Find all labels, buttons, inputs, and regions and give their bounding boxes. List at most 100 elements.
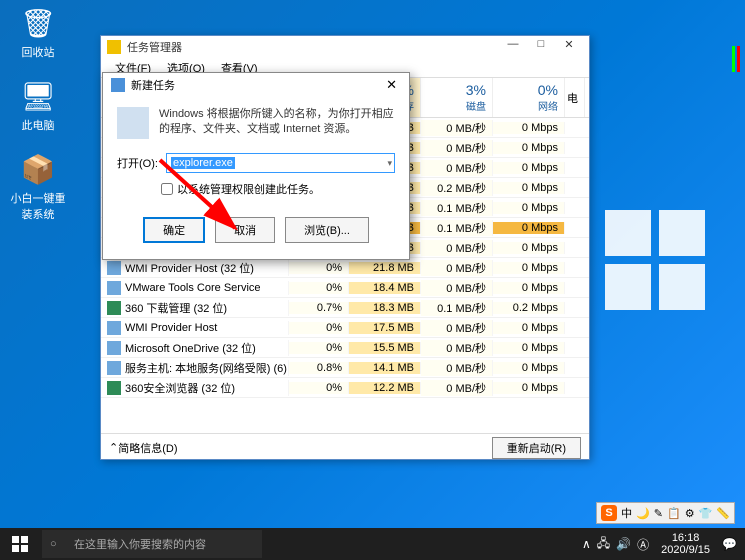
net-cell: 0 Mbps — [493, 122, 565, 134]
open-combobox[interactable]: explorer.exe ▾ — [166, 153, 395, 173]
cpu-cell: 0% — [289, 382, 349, 394]
app-icon: 📦 — [20, 151, 56, 187]
system-tray: ∧ 🖧 🔊 Ⓐ 16:18 2020/9/15 💬 — [582, 532, 745, 556]
mem-cell: 18.4 MB — [349, 282, 421, 294]
fewer-details-link[interactable]: 简略信息(D) — [118, 440, 177, 456]
net-cell: 0 Mbps — [493, 322, 565, 334]
cancel-button[interactable]: 取消 — [215, 217, 275, 243]
mem-cell: 15.5 MB — [349, 342, 421, 354]
mem-cell: 21.8 MB — [349, 262, 421, 274]
disk-cell: 0.1 MB/秒 — [421, 220, 493, 236]
cpu-cell: 0% — [289, 322, 349, 334]
col-disk[interactable]: 3% 磁盘 — [421, 78, 493, 117]
process-row[interactable]: VMware Tools Core Service0%18.4 MB0 MB/秒… — [101, 278, 589, 298]
taskmgr-icon — [107, 40, 121, 54]
open-label: 打开(O): — [117, 155, 158, 171]
run-icon — [111, 78, 125, 92]
footer: ⌃ 简略信息(D) 重新启动(R) — [101, 433, 589, 461]
chevron-down-icon[interactable]: ▾ — [387, 158, 392, 169]
process-row[interactable]: 360安全浏览器 (32 位)0%12.2 MB0 MB/秒0 Mbps — [101, 378, 589, 398]
process-icon — [107, 281, 121, 295]
disk-cell: 0 MB/秒 — [421, 380, 493, 396]
process-row[interactable]: 360 下载管理 (32 位)0.7%18.3 MB0.1 MB/秒0.2 Mb… — [101, 298, 589, 318]
cpu-cell: 0.8% — [289, 362, 349, 374]
net-cell: 0 Mbps — [493, 182, 565, 194]
process-name: 服务主机: 本地服务(网络受限) (6) — [101, 360, 289, 376]
search-box[interactable]: ○ 在这里输入你要搜索的内容 — [42, 530, 262, 558]
ime-mode[interactable]: 中 — [621, 505, 632, 521]
new-task-dialog: 新建任务 ✕ Windows 将根据你所键入的名称，为你打开相应的程序、文件夹、… — [102, 72, 410, 260]
maximize-button[interactable]: □ — [527, 38, 555, 56]
disk-cell: 0 MB/秒 — [421, 140, 493, 156]
combobox-value: explorer.exe — [171, 157, 235, 169]
process-name: WMI Provider Host — [101, 321, 289, 335]
run-dialog-icon — [117, 107, 149, 139]
net-cell: 0.2 Mbps — [493, 302, 565, 314]
desktop-icon-recycle-bin[interactable]: 🗑 回收站 — [8, 5, 68, 60]
mem-cell: 12.2 MB — [349, 382, 421, 394]
search-placeholder: 在这里输入你要搜索的内容 — [74, 536, 206, 552]
net-cell: 0 Mbps — [493, 142, 565, 154]
net-cell: 0 Mbps — [493, 382, 565, 394]
process-row[interactable]: Microsoft OneDrive (32 位)0%15.5 MB0 MB/秒… — [101, 338, 589, 358]
restart-button[interactable]: 重新启动(R) — [492, 437, 581, 459]
disk-cell: 0 MB/秒 — [421, 120, 493, 136]
disk-cell: 0 MB/秒 — [421, 360, 493, 376]
close-button[interactable]: ✕ — [555, 38, 583, 56]
start-button[interactable] — [0, 528, 40, 560]
net-cell: 0 Mbps — [493, 162, 565, 174]
cpu-cell: 0% — [289, 342, 349, 354]
ime-pen-icon[interactable]: ✎ — [654, 507, 663, 520]
cpu-cell: 0% — [289, 262, 349, 274]
net-cell: 0 Mbps — [493, 202, 565, 214]
minimize-button[interactable]: — — [499, 38, 527, 56]
disk-cell: 0 MB/秒 — [421, 160, 493, 176]
browse-button[interactable]: 浏览(B)... — [285, 217, 369, 243]
cpu-cell: 0% — [289, 282, 349, 294]
volume-icon[interactable]: 🔊 — [616, 537, 631, 551]
process-row[interactable]: 服务主机: 本地服务(网络受限) (6)0.8%14.1 MB0 MB/秒0 M… — [101, 358, 589, 378]
disk-cell: 0 MB/秒 — [421, 320, 493, 336]
col-extra[interactable]: 电 — [565, 78, 585, 117]
mem-cell: 17.5 MB — [349, 322, 421, 334]
tray-overflow-icon[interactable]: ∧ — [582, 537, 591, 551]
mem-cell: 18.3 MB — [349, 302, 421, 314]
disk-cell: 0 MB/秒 — [421, 280, 493, 296]
ime-ruler-icon[interactable]: 📏 — [716, 507, 730, 520]
action-center-icon[interactable]: 💬 — [722, 537, 737, 551]
desktop-icon-this-pc[interactable]: 🖥 此电脑 — [8, 78, 68, 133]
ok-button[interactable]: 确定 — [143, 217, 205, 243]
admin-label: 以系统管理权限创建此任务。 — [177, 181, 320, 197]
dialog-description: Windows 将根据你所键入的名称，为你打开相应的程序、文件夹、文档或 Int… — [159, 107, 395, 139]
ime-skin-icon[interactable]: 👕 — [699, 507, 713, 520]
disk-cell: 0.1 MB/秒 — [421, 200, 493, 216]
col-network[interactable]: 0% 网络 — [493, 78, 565, 117]
process-icon — [107, 381, 121, 395]
recycle-bin-icon: 🗑 — [20, 5, 56, 41]
net-cell: 0 Mbps — [493, 262, 565, 274]
process-row[interactable]: WMI Provider Host0%17.5 MB0 MB/秒0 Mbps — [101, 318, 589, 338]
clock[interactable]: 16:18 2020/9/15 — [655, 532, 716, 556]
net-cell: 0 Mbps — [493, 342, 565, 354]
dialog-title: 新建任务 — [131, 77, 175, 93]
search-icon: ○ — [50, 538, 66, 550]
windows-logo-wallpaper — [605, 210, 705, 310]
sogou-icon[interactable]: S — [601, 505, 617, 521]
dialog-titlebar[interactable]: 新建任务 ✕ — [103, 73, 409, 97]
ime-moon-icon[interactable]: 🌙 — [636, 507, 650, 520]
ime-toolbar[interactable]: S 中 🌙 ✎ 📋 ⚙ 👕 📏 — [596, 502, 735, 524]
process-row[interactable]: WMI Provider Host (32 位)0%21.8 MB0 MB/秒0… — [101, 258, 589, 278]
titlebar[interactable]: 任务管理器 — □ ✕ — [101, 36, 589, 58]
process-name: VMware Tools Core Service — [101, 281, 289, 295]
taskbar: ○ 在这里输入你要搜索的内容 ∧ 🖧 🔊 Ⓐ 16:18 2020/9/15 💬 — [0, 528, 745, 560]
close-button[interactable]: ✕ — [382, 77, 401, 93]
ime-gear-icon[interactable]: ⚙ — [685, 507, 695, 520]
ime-clipboard-icon[interactable]: 📋 — [667, 507, 681, 520]
clock-time: 16:18 — [661, 532, 710, 544]
icon-label: 回收站 — [8, 44, 68, 60]
admin-checkbox[interactable] — [161, 183, 173, 195]
this-pc-icon: 🖥 — [20, 78, 56, 114]
ime-indicator-icon[interactable]: Ⓐ — [637, 536, 649, 553]
desktop-icon-xiaobai[interactable]: 📦 小白一键重装系统 — [8, 151, 68, 222]
network-icon[interactable]: 🖧 — [597, 534, 610, 555]
